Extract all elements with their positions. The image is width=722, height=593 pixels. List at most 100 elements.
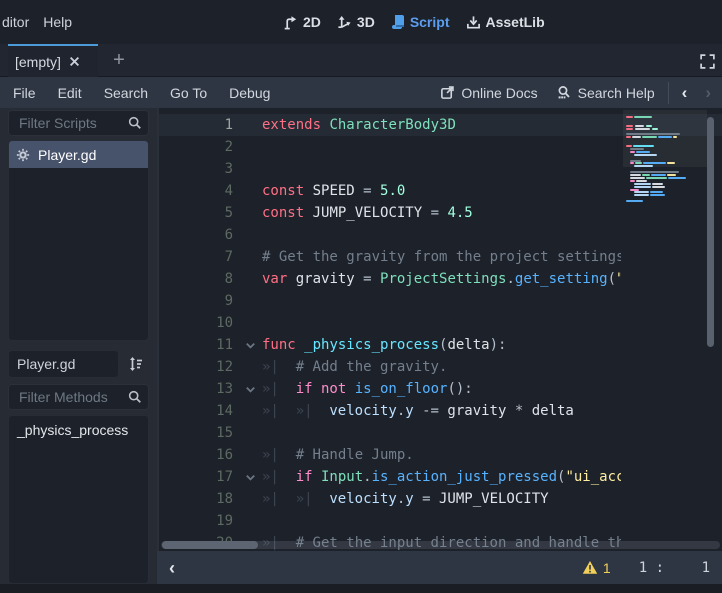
tab-empty[interactable]: [empty]	[8, 44, 98, 77]
search-help-button[interactable]: Search Help	[547, 77, 664, 108]
online-docs-button[interactable]: Online Docs	[431, 77, 546, 108]
code-token: # Get the gravity from the project setti…	[262, 249, 621, 265]
code-text[interactable]: »|»|velocity.y -= gravity * delta	[262, 400, 621, 422]
line-number[interactable]: 13	[159, 378, 233, 400]
minimap-line	[667, 162, 675, 164]
code-line[interactable]: 12 »|# Add the gravity.	[159, 356, 722, 378]
line-number[interactable]: 17	[159, 466, 233, 488]
help-search-icon	[556, 85, 572, 101]
line-number[interactable]: 14	[159, 400, 233, 422]
code-token: ):	[490, 337, 507, 353]
editor-statusbar: ‹ 1 1 : 1	[157, 551, 722, 584]
code-text[interactable]: »|if Input.is_action_just_pressed("ui_ac…	[262, 466, 621, 488]
line-number[interactable]: 1	[159, 114, 233, 136]
workspace-3d-label: 3D	[357, 14, 375, 30]
fold-chevron-icon[interactable]	[244, 339, 257, 352]
line-number[interactable]: 4	[159, 180, 233, 202]
code-line[interactable]: 9	[159, 290, 722, 312]
workspace-2d-button[interactable]: 2D	[283, 14, 321, 30]
add-tab-button[interactable]: +	[106, 47, 132, 73]
line-number[interactable]: 9	[159, 290, 233, 312]
minimap-line	[630, 180, 635, 182]
horizontal-scrollbar-track[interactable]	[161, 541, 720, 549]
code-token: =	[422, 491, 430, 507]
line-number[interactable]: 18	[159, 488, 233, 510]
horizontal-scrollbar-handle[interactable]	[162, 541, 258, 549]
caret-position[interactable]: 1 : 1	[639, 560, 710, 576]
warnings-badge[interactable]: 1	[582, 560, 611, 576]
menu-search[interactable]: Search	[93, 85, 159, 101]
code-line[interactable]: 13 »|if not is_on_floor():	[159, 378, 722, 400]
minimap-line	[650, 191, 663, 193]
menu-file[interactable]: File	[2, 85, 47, 101]
workspace-script-button[interactable]: Script	[391, 14, 450, 30]
line-number[interactable]: 6	[159, 224, 233, 246]
collapse-panel-button[interactable]: ‹	[169, 559, 175, 577]
line-number[interactable]: 12	[159, 356, 233, 378]
menu-editor[interactable]: ditor	[0, 8, 43, 36]
code-line[interactable]: 10	[159, 312, 722, 334]
line-number[interactable]: 2	[159, 136, 233, 158]
code-text[interactable]: # Get the gravity from the project setti…	[262, 246, 621, 268]
code-text[interactable]: »|# Handle Jump.	[262, 444, 621, 466]
close-icon[interactable]	[69, 56, 80, 67]
line-number[interactable]: 11	[159, 334, 233, 356]
minimap-line	[646, 125, 652, 127]
line-number[interactable]: 8	[159, 268, 233, 290]
minimap-line	[630, 148, 644, 150]
minimap-viewport[interactable]	[623, 110, 707, 167]
code-text[interactable]: »|# Add the gravity.	[262, 356, 621, 378]
code-text[interactable]: var gravity = ProjectSettings.get_settin…	[262, 268, 621, 290]
menu-debug[interactable]: Debug	[218, 85, 281, 101]
distraction-free-icon[interactable]	[697, 51, 717, 71]
code-text[interactable]: »|»|velocity.y = JUMP_VELOCITY	[262, 488, 621, 510]
history-forward-button[interactable]: ›	[696, 83, 720, 103]
search-icon	[128, 116, 142, 130]
line-number[interactable]: 7	[159, 246, 233, 268]
code-text[interactable]: const JUMP_VELOCITY = 4.5	[262, 202, 621, 224]
menu-goto[interactable]: Go To	[159, 85, 218, 101]
line-number[interactable]: 15	[159, 422, 233, 444]
minimap-line	[634, 183, 651, 185]
code-line[interactable]: 18 »|»|velocity.y = JUMP_VELOCITY	[159, 488, 722, 510]
menubar-right: Online Docs Search Help ‹ ›	[431, 77, 722, 108]
code-line[interactable]: 11 func _physics_process(delta):	[159, 334, 722, 356]
method-item-physics-process[interactable]: _physics_process	[9, 416, 148, 443]
minimap[interactable]	[625, 110, 703, 225]
line-number[interactable]: 3	[159, 158, 233, 180]
filter-methods-input[interactable]	[17, 388, 128, 406]
line-number[interactable]: 5	[159, 202, 233, 224]
workspace-assetlib-button[interactable]: AssetLib	[466, 14, 545, 30]
script-item-player[interactable]: Player.gd	[9, 141, 148, 168]
code-line[interactable]: 6	[159, 224, 722, 246]
vertical-scrollbar[interactable]	[707, 117, 714, 347]
code-line[interactable]: 17 »|if Input.is_action_just_pressed("ui_…	[159, 466, 722, 488]
code-text[interactable]: extends CharacterBody3D	[262, 114, 621, 136]
filter-scripts-input[interactable]	[17, 114, 128, 132]
fold-chevron-icon[interactable]	[244, 383, 257, 396]
history-back-button[interactable]: ‹	[673, 83, 697, 103]
code-text[interactable]: »|if not is_on_floor():	[262, 378, 621, 400]
add-tab-label: +	[113, 49, 125, 72]
workspace-3d-button[interactable]: 3D	[337, 14, 375, 30]
code-text[interactable]: const SPEED = 5.0	[262, 180, 621, 202]
code-line[interactable]: 14 »|»|velocity.y -= gravity * delta	[159, 400, 722, 422]
code-token: ():	[447, 381, 472, 397]
code-line[interactable]: 7 # Get the gravity from the project sett…	[159, 246, 722, 268]
menu-edit[interactable]: Edit	[47, 85, 93, 101]
code-line[interactable]: 15	[159, 422, 722, 444]
sort-methods-button[interactable]	[123, 351, 149, 377]
code-line[interactable]: 19	[159, 510, 722, 532]
line-number[interactable]: 19	[159, 510, 233, 532]
code-text[interactable]: func _physics_process(delta):	[262, 334, 621, 356]
code-editor[interactable]: 1 extends CharacterBody3D 234 const SPEED =…	[157, 108, 722, 551]
line-number[interactable]: 16	[159, 444, 233, 466]
statusbar-right: 1 1 : 1	[582, 560, 710, 576]
code-token: 4.5	[447, 205, 472, 221]
editor-topbar: ditor Help 2D 3D Script	[0, 0, 722, 44]
fold-chevron-icon[interactable]	[244, 471, 257, 484]
code-line[interactable]: 16 »|# Handle Jump.	[159, 444, 722, 466]
menu-help[interactable]: Help	[43, 8, 86, 36]
line-number[interactable]: 10	[159, 312, 233, 334]
code-line[interactable]: 8 var gravity = ProjectSettings.get_setti…	[159, 268, 722, 290]
